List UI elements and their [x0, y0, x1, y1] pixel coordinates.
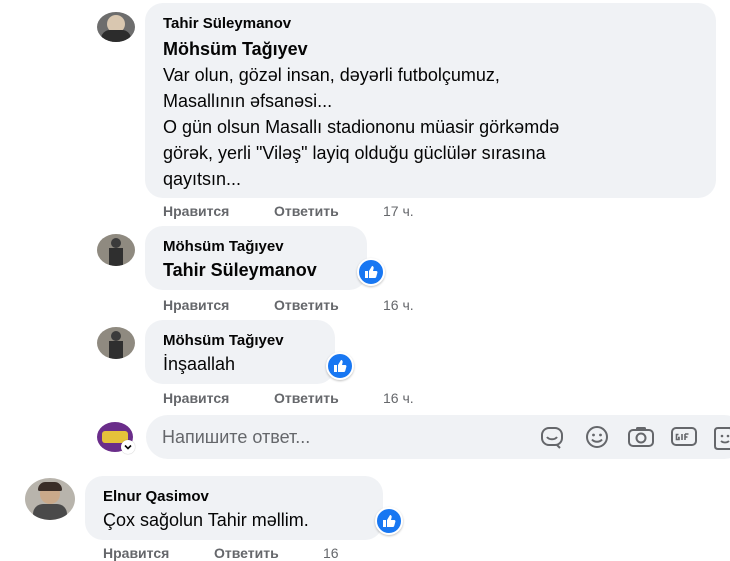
photo-button[interactable] [627, 425, 655, 454]
avatar[interactable] [97, 12, 135, 42]
timestamp[interactable]: 17 ч. [383, 203, 414, 219]
like-link[interactable]: Нравится [103, 545, 169, 561]
thumbs-up-icon [365, 266, 378, 278]
like-reaction-badge[interactable] [357, 258, 385, 286]
comment-bubble: Elnur Qasimov Çox sağolun Tahir məllim. [85, 476, 383, 540]
comment-bubble: Möhsüm Tağıyev Tahir Süleymanov [145, 226, 367, 290]
comment-text: Çox sağolun Tahir məllim. [103, 510, 309, 530]
emoji-button[interactable] [584, 425, 610, 456]
mention-link[interactable]: Tahir Süleymanov [163, 257, 317, 283]
comment-text-line: O gün olsun Masallı stadiononu müasir gö… [163, 117, 560, 137]
reply-link[interactable]: Ответить [214, 545, 279, 561]
reply-link[interactable]: Ответить [274, 203, 339, 219]
thumbs-up-icon [383, 515, 396, 527]
comment-text-line: Var olun, gözəl insan, dəyərli futbolçum… [163, 65, 500, 85]
avatar-menu-chevron[interactable] [121, 440, 135, 454]
comment-author[interactable]: Elnur Qasimov [103, 488, 209, 505]
emoji-icon [586, 426, 608, 448]
camera-icon [628, 427, 654, 447]
timestamp[interactable]: 16 [323, 545, 339, 561]
sticker-comment-button[interactable] [540, 425, 566, 454]
avatar[interactable] [25, 478, 75, 520]
comment-bubble: Tahir Süleymanov Möhsüm Tağıyev Var olun… [145, 3, 716, 198]
comment-author[interactable]: Tahir Süleymanov [163, 15, 291, 32]
comment-text-line: qayıtsın... [163, 169, 242, 189]
comment-author[interactable]: Möhsüm Tağıyev [163, 238, 284, 255]
chevron-down-icon [124, 444, 132, 450]
reply-link[interactable]: Ответить [274, 390, 339, 406]
comment-text-line: Masallının əfsanəsi... [163, 91, 333, 111]
gif-icon [671, 427, 697, 446]
avatar[interactable] [97, 327, 135, 359]
like-reaction-badge[interactable] [375, 507, 403, 535]
comment-text-line: görək, yerli "Viləş" layiq olduğu güclül… [163, 143, 546, 163]
like-link[interactable]: Нравится [163, 390, 229, 406]
gif-button[interactable] [670, 425, 698, 454]
sticker-icon [714, 427, 730, 450]
sticker-button[interactable] [713, 425, 730, 456]
like-link[interactable]: Нравится [163, 203, 229, 219]
comment-text: İnşaallah [163, 354, 236, 374]
comment-bubble: Möhsüm Tağıyev İnşaallah [145, 320, 335, 384]
thumbs-up-icon [334, 360, 347, 372]
reply-link[interactable]: Ответить [274, 297, 339, 313]
like-link[interactable]: Нравится [163, 297, 229, 313]
reply-placeholder: Напишите ответ... [162, 427, 311, 447]
timestamp[interactable]: 16 ч. [383, 297, 414, 313]
timestamp[interactable]: 16 ч. [383, 390, 414, 406]
mention-link[interactable]: Möhsüm Tağıyev [163, 36, 308, 62]
avatar[interactable] [97, 234, 135, 266]
comment-author[interactable]: Möhsüm Tağıyev [163, 332, 284, 349]
reply-input[interactable]: Напишите ответ... [146, 415, 730, 459]
sticker-icon [541, 427, 563, 449]
like-reaction-badge[interactable] [326, 352, 354, 380]
